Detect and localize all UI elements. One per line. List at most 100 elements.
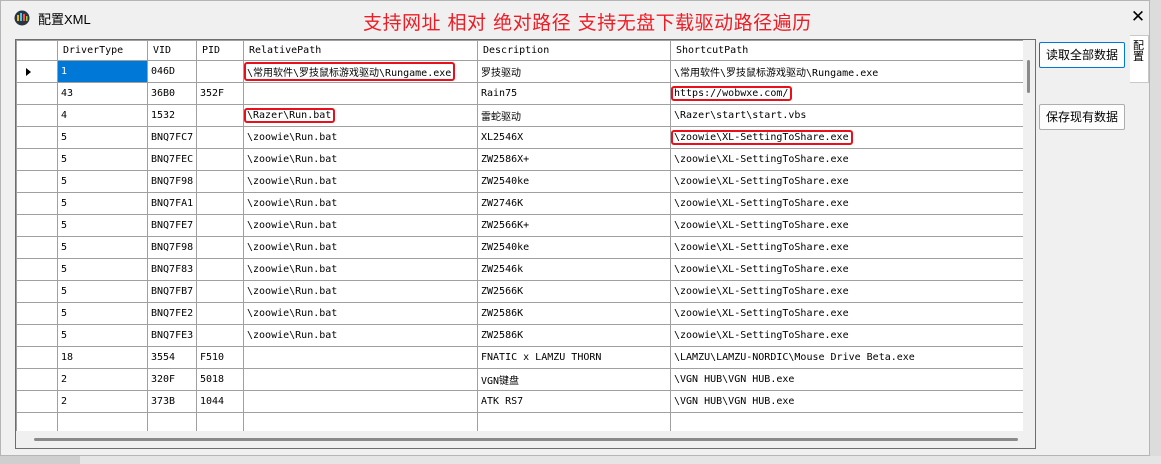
cell-vid[interactable]: 1532 [147, 104, 197, 127]
cell-shortcutpath[interactable]: \常用软件\罗技鼠标游戏驱动\Rungame.exe [670, 60, 1023, 83]
row-header[interactable] [16, 368, 58, 391]
cell-description[interactable]: ZW2540ke [477, 170, 671, 193]
row-header[interactable] [16, 82, 58, 105]
cell-drivertype[interactable]: 5 [57, 214, 148, 237]
cell-pid[interactable] [196, 170, 244, 193]
cell-relativepath[interactable]: \常用软件\罗技鼠标游戏驱动\Rungame.exe [243, 60, 478, 83]
cell-drivertype[interactable]: 43 [57, 82, 148, 105]
cell-vid[interactable]: BNQ7FE2 [147, 302, 197, 325]
table-row[interactable]: 1 046D \常用软件\罗技鼠标游戏驱动\Rungame.exe 罗技驱动 \常用软件… [16, 60, 1023, 83]
cell-drivertype[interactable]: 18 [57, 346, 148, 369]
table-row[interactable]: 43 36B0 352F Rain75 https://wobwxe.com/ [16, 82, 1023, 105]
row-header[interactable] [16, 412, 58, 431]
cell-shortcutpath[interactable]: \zoowie\XL-SettingToShare.exe [670, 148, 1023, 171]
row-header[interactable] [16, 214, 58, 237]
column-header-vid[interactable]: VID [147, 40, 197, 61]
cell-pid[interactable]: 5018 [196, 368, 244, 391]
row-header[interactable] [16, 280, 58, 303]
cell-description[interactable]: 雷蛇驱动 [477, 104, 671, 127]
cell-vid[interactable]: BNQ7FC7 [147, 126, 197, 149]
column-header-pid[interactable]: PID [196, 40, 244, 61]
cell-shortcutpath[interactable]: \zoowie\XL-SettingToShare.exe [670, 302, 1023, 325]
table-row[interactable]: 5 BNQ7FC7 \zoowie\Run.bat XL2546X \zoowie\XL… [16, 126, 1023, 149]
cell-description[interactable]: ZW2586X+ [477, 148, 671, 171]
cell-shortcutpath[interactable]: \zoowie\XL-SettingToShare.exe [670, 214, 1023, 237]
save-current-data-button[interactable]: 保存现有数据 [1039, 104, 1125, 130]
cell-pid[interactable]: 1044 [196, 390, 244, 413]
cell-relativepath[interactable]: \zoowie\Run.bat [243, 192, 478, 215]
cell-pid[interactable] [196, 324, 244, 347]
row-header[interactable] [16, 346, 58, 369]
cell-drivertype[interactable]: 2 [57, 390, 148, 413]
row-header[interactable] [16, 60, 58, 83]
cell-pid[interactable] [196, 258, 244, 281]
cell-vid[interactable]: 3554 [147, 346, 197, 369]
cell-pid[interactable] [196, 280, 244, 303]
cell-relativepath[interactable] [243, 368, 478, 391]
row-header[interactable] [16, 170, 58, 193]
cell-pid[interactable] [196, 104, 244, 127]
cell-drivertype[interactable]: 5 [57, 170, 148, 193]
cell-shortcutpath[interactable]: \VGN HUB\VGN HUB.exe [670, 390, 1023, 413]
cell-pid[interactable] [196, 148, 244, 171]
table-row[interactable]: 5 BNQ7FEC \zoowie\Run.bat ZW2586X+ \zoowie\X… [16, 148, 1023, 171]
cell-vid[interactable]: BNQ7FB7 [147, 280, 197, 303]
cell-drivertype[interactable]: 5 [57, 192, 148, 215]
cell-drivertype[interactable]: 4 [57, 104, 148, 127]
cell-shortcutpath[interactable]: \zoowie\XL-SettingToShare.exe [670, 126, 1023, 149]
cell-relativepath[interactable]: \zoowie\Run.bat [243, 148, 478, 171]
cell-shortcutpath[interactable]: \zoowie\XL-SettingToShare.exe [670, 192, 1023, 215]
cell-vid[interactable]: BNQ7FA1 [147, 192, 197, 215]
table-row[interactable]: 5 BNQ7FE2 \zoowie\Run.bat ZW2586K \zoowie\XL… [16, 302, 1023, 325]
cell-vid[interactable]: 36B0 [147, 82, 197, 105]
cell-vid[interactable]: BNQ7F98 [147, 170, 197, 193]
cell-relativepath[interactable] [243, 390, 478, 413]
cell-drivertype[interactable]: 5 [57, 148, 148, 171]
cell-relativepath[interactable]: \zoowie\Run.bat [243, 236, 478, 259]
cell-description[interactable]: ZW2566K+ [477, 214, 671, 237]
cell-shortcutpath[interactable] [670, 412, 1023, 431]
table-row[interactable]: 2 373B 1044 ATK RS7 \VGN HUB\VGN HUB.exe [16, 390, 1023, 413]
cell-relativepath[interactable]: \zoowie\Run.bat [243, 324, 478, 347]
table-row[interactable]: 5 BNQ7FA1 \zoowie\Run.bat ZW2746K \zoowie\XL… [16, 192, 1023, 215]
column-header-shortcutpath[interactable]: ShortcutPath [670, 40, 1023, 61]
row-header[interactable] [16, 324, 58, 347]
cell-relativepath[interactable] [243, 412, 478, 431]
cell-description[interactable]: ZW2566K [477, 280, 671, 303]
row-header[interactable] [16, 148, 58, 171]
cell-pid[interactable] [196, 302, 244, 325]
cell-shortcutpath[interactable]: \zoowie\XL-SettingToShare.exe [670, 258, 1023, 281]
cell-pid[interactable] [196, 214, 244, 237]
cell-drivertype[interactable]: 5 [57, 324, 148, 347]
cell-shortcutpath[interactable]: \VGN HUB\VGN HUB.exe [670, 368, 1023, 391]
cell-pid[interactable] [196, 412, 244, 431]
cell-drivertype[interactable] [57, 412, 148, 431]
cell-description[interactable]: ATK RS7 [477, 390, 671, 413]
vertical-scrollbar[interactable] [1023, 40, 1035, 431]
table-row[interactable]: 2 320F 5018 VGN键盘 \VGN HUB\VGN HUB.exe [16, 368, 1023, 391]
cell-vid[interactable]: BNQ7F98 [147, 236, 197, 259]
row-header[interactable] [16, 126, 58, 149]
cell-relativepath[interactable]: \zoowie\Run.bat [243, 258, 478, 281]
row-header[interactable] [16, 390, 58, 413]
row-header[interactable] [16, 236, 58, 259]
cell-description[interactable]: ZW2586K [477, 324, 671, 347]
horizontal-scroll-thumb[interactable] [34, 438, 1018, 441]
cell-description[interactable]: VGN键盘 [477, 368, 671, 391]
cell-vid[interactable]: BNQ7FEC [147, 148, 197, 171]
cell-shortcutpath[interactable]: \zoowie\XL-SettingToShare.exe [670, 236, 1023, 259]
driver-data-grid[interactable]: DriverType VID PID RelativePath Descript… [15, 39, 1036, 449]
table-row[interactable]: 5 BNQ7F98 \zoowie\Run.bat ZW2540ke \zoowie\X… [16, 170, 1023, 193]
cell-description[interactable]: FNATIC x LAMZU THORN [477, 346, 671, 369]
cell-drivertype[interactable]: 5 [57, 126, 148, 149]
cell-description[interactable]: Rain75 [477, 82, 671, 105]
cell-relativepath[interactable]: \zoowie\Run.bat [243, 126, 478, 149]
read-all-data-button[interactable]: 读取全部数据 [1039, 42, 1125, 68]
table-row[interactable]: 18 3554 F510 FNATIC x LAMZU THORN \LAMZU\LAM… [16, 346, 1023, 369]
cell-relativepath[interactable]: \zoowie\Run.bat [243, 214, 478, 237]
cell-description[interactable]: XL2546X [477, 126, 671, 149]
column-header-relativepath[interactable]: RelativePath [243, 40, 478, 61]
column-header-drivertype[interactable]: DriverType [57, 40, 148, 61]
table-row[interactable] [16, 412, 1023, 431]
table-row[interactable]: 5 BNQ7FB7 \zoowie\Run.bat ZW2566K \zoowie\XL… [16, 280, 1023, 303]
